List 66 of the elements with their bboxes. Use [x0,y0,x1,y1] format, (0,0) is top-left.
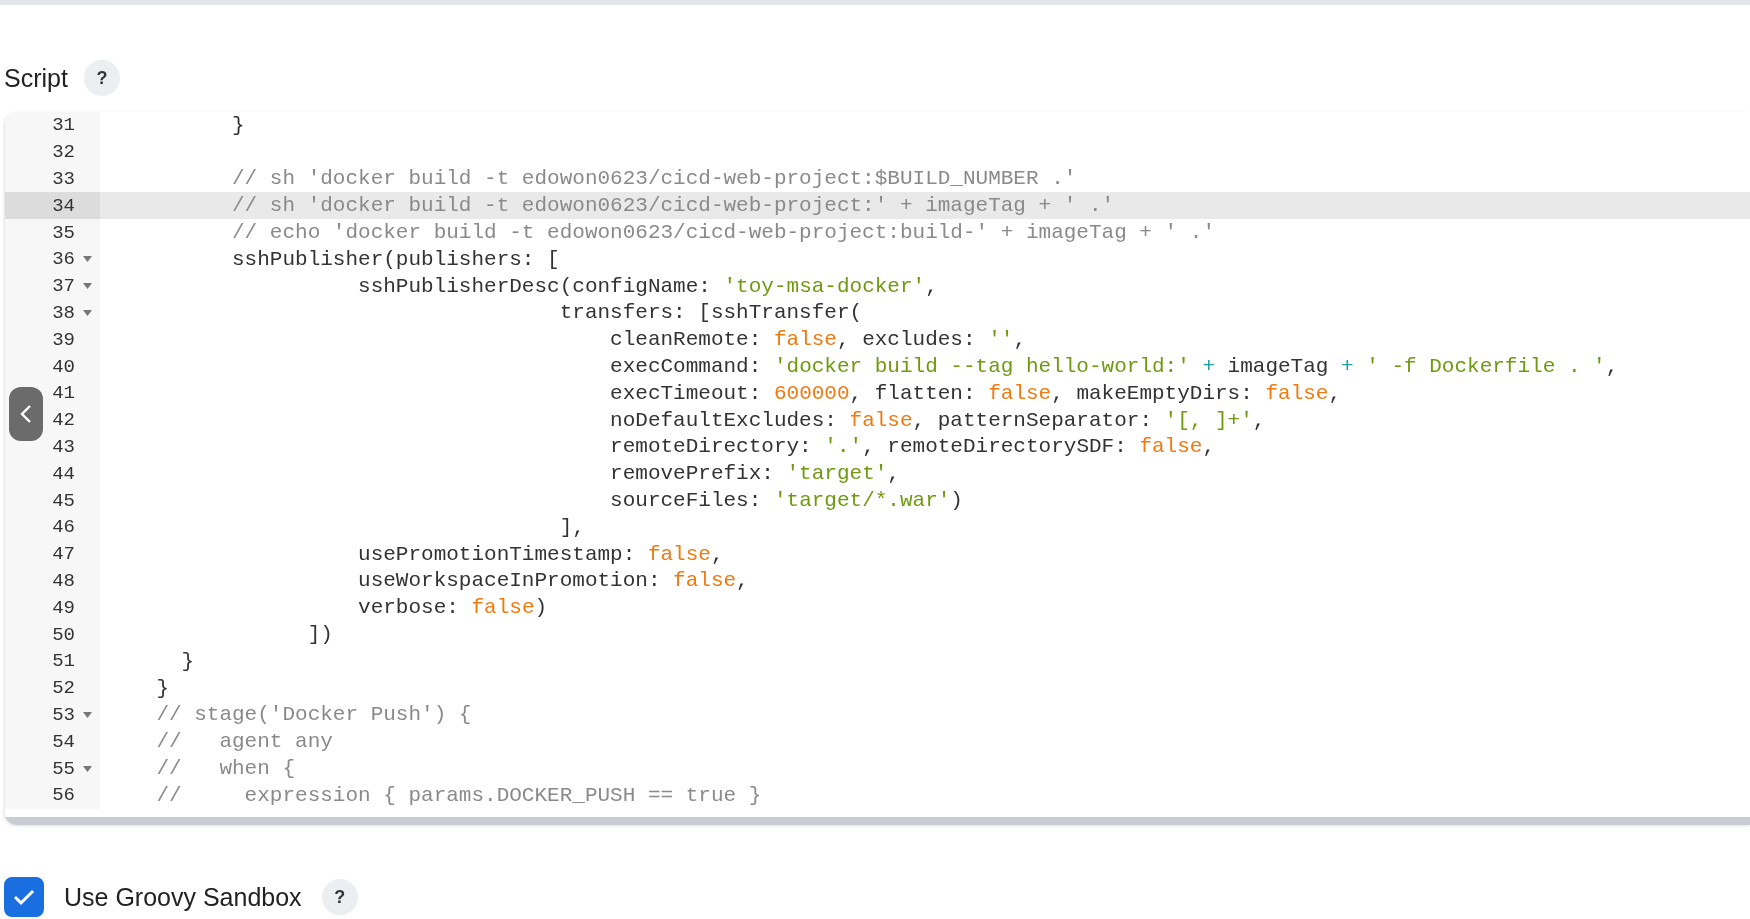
line-number: 47 [52,543,75,566]
line-number: 37 [52,275,75,298]
line-number: 50 [52,623,75,646]
line-number: 35 [52,221,75,244]
help-button[interactable]: ? [321,879,358,915]
code-line: execCommand: 'docker build --tag hello-world:' + imageTag + ' -f Dockerfile . ', [609,355,1619,379]
line-number: 32 [52,141,75,164]
fold-icon[interactable] [83,283,92,290]
line-number: 41 [52,382,75,405]
code-line: remoteDirectory: '.', remoteDirectorySDF: false, [609,435,1215,459]
code-line: removePrefix: 'target', [609,462,900,486]
code-line: sshPublisher(publishers: [ [231,247,560,271]
line-number: 39 [52,328,75,351]
code-line: ]) [306,623,333,647]
code-line: sshPublisherDesc(configName: 'toy-msa-docker', [357,274,938,298]
code-line: useWorkspaceInPromotion: false, [357,569,749,593]
line-number: 31 [52,114,75,137]
line-number: 45 [52,489,75,512]
line-number: 33 [52,168,75,190]
line-number: 36 [52,248,75,271]
line-number: 53 [52,703,75,726]
code-editor[interactable] [5,112,1750,825]
line-number: 38 [52,301,75,324]
code-line: noDefaultExcludes: false, patternSeparator: '[, ]+', [609,408,1266,432]
line-number: 46 [52,516,75,539]
line-number: 55 [52,757,75,780]
code-line: } [180,649,195,673]
fold-icon[interactable] [83,309,92,316]
code-line: ], [558,515,585,539]
code-line: usePromotionTimestamp: false, [357,542,724,566]
fold-icon[interactable] [83,711,92,718]
fold-icon[interactable] [83,765,92,772]
line-number: 43 [52,435,75,458]
code-line: // sh 'docker build -t edowon0623/cicd-web-project:' + imageTag + ' .' [231,194,1115,218]
help-button[interactable]: ? [83,60,120,96]
line-number: 49 [52,596,75,619]
line-number: 52 [52,677,75,700]
sandbox-checkbox[interactable] [4,877,44,917]
line-number: 48 [52,569,75,592]
chevron-left-icon [19,404,33,424]
check-icon [13,888,35,906]
line-number: 51 [52,650,75,673]
code-line: // sh 'docker build -t edowon0623/cicd-web-project:$BUILD_NUMBER .' [231,167,1077,191]
code-line: // expression { params.DOCKER_PUSH == true } [155,783,762,807]
code-line: // stage('Docker Push') { [155,703,472,727]
code-line: sourceFiles: 'target/*.war') [609,489,963,513]
horizontal-scrollbar[interactable] [5,817,1750,825]
code-line: } [155,676,169,700]
line-number: 40 [52,355,75,378]
code-line: verbose: false) [357,596,548,620]
code-line: execTimeout: 600000, flatten: false, makeEmptyDirs: false, [609,381,1342,405]
code-line: // echo 'docker build -t edowon0623/cicd-web-project:build-' + imageTag + ' .' [231,221,1215,245]
fold-icon[interactable] [83,256,92,263]
code-line: // when { [155,757,296,780]
line-number: 56 [52,784,75,807]
line-number: 54 [52,730,75,753]
code-line: // agent any [155,730,333,754]
code-line: transfers: [sshTransfer( [558,301,863,325]
line-number: 44 [52,462,75,485]
code-line: } [231,113,245,137]
line-number: 42 [52,409,75,432]
collapse-button[interactable] [9,387,43,441]
code-line: cleanRemote: false, excludes: '', [609,328,1026,352]
script-label: Script [4,63,68,93]
line-number: 34 [52,194,75,217]
sandbox-label: Use Groovy Sandbox [64,882,302,912]
